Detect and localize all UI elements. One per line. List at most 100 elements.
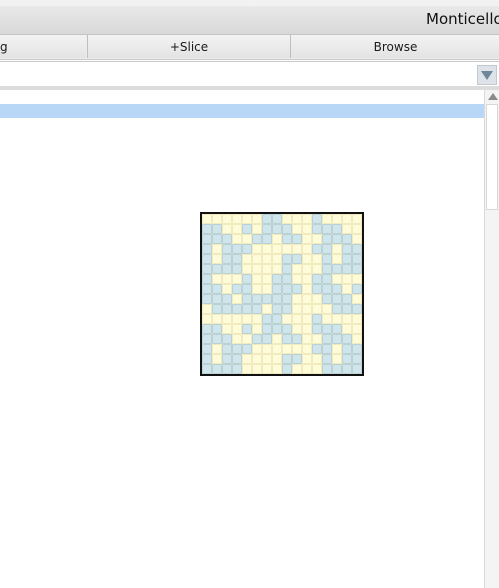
tile-light <box>292 344 302 354</box>
tile-blue <box>252 304 262 314</box>
tile-blue <box>252 334 262 344</box>
tile-grid <box>202 214 362 374</box>
tile-blue <box>292 334 302 344</box>
tile-light <box>262 364 272 374</box>
scroll-up-arrow-icon[interactable] <box>488 93 498 100</box>
tile-light <box>242 234 252 244</box>
tile-light <box>252 274 262 284</box>
tile-light <box>342 284 352 294</box>
tile-blue <box>352 244 362 254</box>
tile-blue <box>312 224 322 234</box>
tile-light <box>352 214 362 224</box>
tile-blue <box>232 344 242 354</box>
tile-blue <box>322 324 332 334</box>
tile-blue <box>292 284 302 294</box>
tile-blue <box>332 224 342 234</box>
tile-blue <box>272 284 282 294</box>
tile-light <box>242 354 252 364</box>
tile-blue <box>202 354 212 364</box>
vertical-scrollbar[interactable] <box>484 90 499 588</box>
tile-blue <box>272 314 282 324</box>
tile-light <box>262 284 272 294</box>
tile-light <box>282 344 292 354</box>
tile-blue <box>222 254 232 264</box>
tile-light <box>232 294 242 304</box>
tile-light <box>252 224 262 234</box>
tile-light <box>252 264 262 274</box>
window-title-bar[interactable]: Monticello <box>0 6 499 35</box>
toolbar-button-label: g <box>0 39 8 54</box>
tile-light <box>252 314 262 324</box>
add-slice-button[interactable]: +Slice <box>87 35 290 58</box>
tile-blue <box>202 364 212 374</box>
tile-light <box>232 214 242 224</box>
tile-light <box>312 334 322 344</box>
tile-blue <box>232 244 242 254</box>
tile-blue <box>342 264 352 274</box>
tile-light <box>312 234 322 244</box>
tile-light <box>272 334 282 344</box>
tile-blue <box>272 274 282 284</box>
tile-light <box>332 354 342 364</box>
toolbar-button-partial[interactable]: g <box>0 35 86 58</box>
tile-blue <box>312 344 322 354</box>
tile-light <box>252 284 262 294</box>
tile-blue <box>322 264 332 274</box>
tile-blue <box>292 354 302 364</box>
tile-light <box>322 314 332 324</box>
tile-light <box>332 274 342 284</box>
tile-light <box>252 254 262 264</box>
tile-light <box>282 244 292 254</box>
tile-light <box>242 334 252 344</box>
tile-blue <box>242 324 252 334</box>
tile-light <box>312 294 322 304</box>
tile-blue <box>282 354 292 364</box>
dropdown-arrow-icon[interactable] <box>477 65 497 85</box>
tile-blue <box>342 344 352 354</box>
tile-blue <box>262 314 272 324</box>
tile-light <box>302 254 312 264</box>
tile-blue <box>202 234 212 244</box>
tile-light <box>222 314 232 324</box>
tile-light <box>252 244 262 254</box>
scrollbar-thumb[interactable] <box>486 104 498 210</box>
tile-light <box>302 284 312 294</box>
tile-blue <box>282 304 292 314</box>
tile-blue <box>272 224 282 234</box>
browse-button[interactable]: Browse <box>290 35 499 58</box>
tile-light <box>342 324 352 334</box>
tile-light <box>212 354 222 364</box>
tile-light <box>242 254 252 264</box>
package-selector[interactable] <box>0 61 499 88</box>
tile-light <box>232 314 242 324</box>
tile-light <box>292 214 302 224</box>
tile-light <box>302 314 312 324</box>
tile-light <box>222 224 232 234</box>
selected-list-row[interactable] <box>0 104 484 118</box>
tile-light <box>272 344 282 354</box>
tile-blue <box>332 234 342 244</box>
tile-light <box>262 244 272 254</box>
tile-light <box>322 304 332 314</box>
tile-light <box>272 354 282 364</box>
tile-blue <box>332 324 342 334</box>
tile-light <box>312 354 322 364</box>
tile-blue <box>202 284 212 294</box>
tile-light <box>202 304 212 314</box>
tile-light <box>272 364 282 374</box>
tile-light <box>242 314 252 324</box>
tile-light <box>302 234 312 244</box>
tile-blue <box>352 264 362 274</box>
tile-light <box>242 364 252 374</box>
tile-light <box>292 294 302 304</box>
tile-light <box>212 244 222 254</box>
tile-light <box>252 324 262 334</box>
tile-blue <box>202 274 212 284</box>
tile-blue <box>212 324 222 334</box>
tile-blue <box>282 254 292 264</box>
tile-blue <box>342 244 352 254</box>
tile-light <box>262 254 272 264</box>
tile-blue <box>222 364 232 374</box>
tile-light <box>292 324 302 334</box>
tile-blue <box>232 364 242 374</box>
